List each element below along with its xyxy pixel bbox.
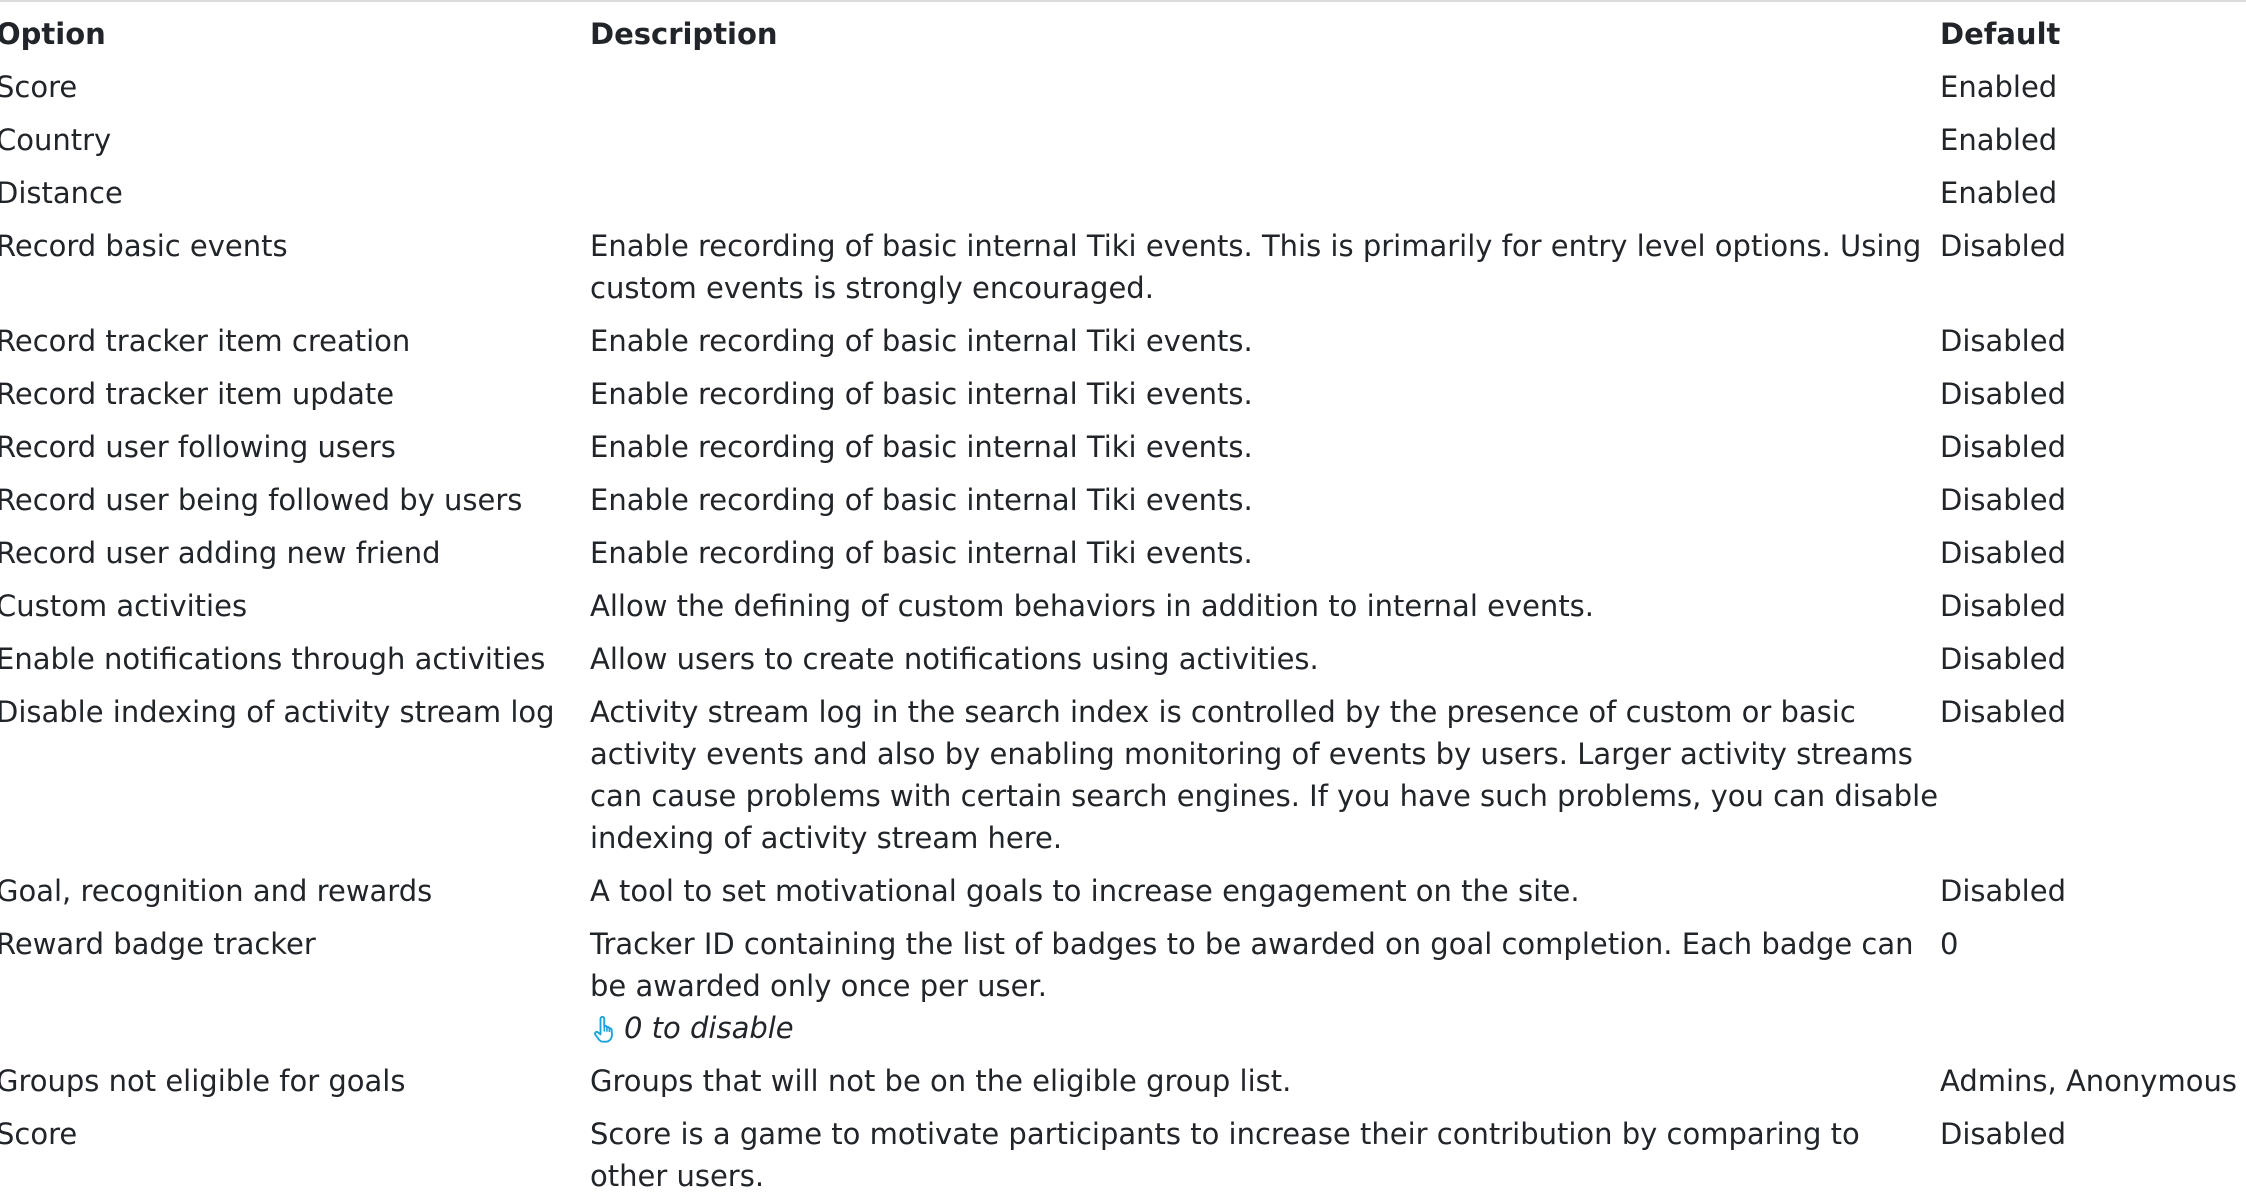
option-description-cell: Tracker ID containing the list of badges…: [590, 923, 1940, 1049]
option-name: Score: [0, 1117, 78, 1151]
table-row: Groups not eligible for goals Groups tha…: [0, 1055, 2246, 1108]
option-name: Record tracker item update: [0, 377, 395, 411]
option-name: Distance: [0, 176, 123, 210]
option-default: Disabled: [1940, 324, 2066, 358]
table-row: Record tracker item update Enable record…: [0, 368, 2246, 421]
option-description: Enable recording of basic internal Tiki …: [590, 229, 1922, 305]
table-row: Country Enabled: [0, 114, 2246, 167]
option-name: Reward badge tracker: [0, 927, 316, 961]
option-default: Disabled: [1940, 1117, 2066, 1151]
option-description: A tool to set motivational goals to incr…: [590, 874, 1580, 908]
table-row: Disable indexing of activity stream log …: [0, 686, 2246, 865]
option-default: Disabled: [1940, 536, 2066, 570]
header-description: Description: [590, 17, 778, 51]
table-row: Record basic events Enable recording of …: [0, 220, 2246, 315]
option-name: Record user adding new friend: [0, 536, 441, 570]
option-default: Disabled: [1940, 229, 2066, 263]
option-default: Disabled: [1940, 642, 2066, 676]
option-name: Goal, recognition and rewards: [0, 874, 433, 908]
preferences-table: Option Description Default Score Enabled…: [0, 8, 2246, 1203]
table-row: Record user following users Enable recor…: [0, 421, 2246, 474]
option-name: Country: [0, 123, 112, 157]
table-row: Reward badge tracker Tracker ID containi…: [0, 918, 2246, 1055]
option-default: Enabled: [1940, 123, 2058, 157]
option-default: Disabled: [1940, 430, 2066, 464]
table-row: Score Enabled: [0, 61, 2246, 114]
option-default: Disabled: [1940, 695, 2066, 729]
table-row: Record user adding new friend Enable rec…: [0, 527, 2246, 580]
option-description: Enable recording of basic internal Tiki …: [590, 483, 1253, 517]
table-row: Distance Enabled: [0, 167, 2246, 220]
option-description: Tracker ID containing the list of badges…: [590, 927, 1914, 1003]
top-divider: [0, 0, 2246, 2]
table-row: Record tracker item creation Enable reco…: [0, 315, 2246, 368]
table-row: Score Score is a game to motivate partic…: [0, 1108, 2246, 1203]
header-default: Default: [1940, 17, 2061, 51]
option-default: Enabled: [1940, 176, 2058, 210]
option-description: Activity stream log in the search index …: [590, 695, 1939, 855]
option-default: 0: [1940, 927, 1959, 961]
option-name: Record user being followed by users: [0, 483, 523, 517]
option-name: Custom activities: [0, 589, 248, 623]
option-description: Allow users to create notifications usin…: [590, 642, 1319, 676]
option-name: Record user following users: [0, 430, 396, 464]
pointing-hand-icon: [594, 1015, 613, 1043]
option-description: Enable recording of basic internal Tiki …: [590, 377, 1253, 411]
table-header-row: Option Description Default: [0, 8, 2246, 61]
option-description: Enable recording of basic internal Tiki …: [590, 430, 1253, 464]
option-default: Disabled: [1940, 377, 2066, 411]
option-name: Record basic events: [0, 229, 288, 263]
table-row: Record user being followed by users Enab…: [0, 474, 2246, 527]
option-default: Disabled: [1940, 874, 2066, 908]
option-name: Record tracker item creation: [0, 324, 411, 358]
table-row: Enable notifications through activities …: [0, 633, 2246, 686]
option-name: Disable indexing of activity stream log: [0, 695, 555, 729]
option-hint: 0 to disable: [590, 1007, 1940, 1049]
table-row: Custom activities Allow the defining of …: [0, 580, 2246, 633]
option-default: Disabled: [1940, 483, 2066, 517]
option-default: Enabled: [1940, 70, 2058, 104]
table-row: Goal, recognition and rewards A tool to …: [0, 865, 2246, 918]
option-name: Score: [0, 70, 78, 104]
option-hint-text: 0 to disable: [624, 1011, 794, 1045]
option-description: Groups that will not be on the eligible …: [590, 1064, 1292, 1098]
option-description: Enable recording of basic internal Tiki …: [590, 536, 1253, 570]
option-default: Disabled: [1940, 589, 2066, 623]
header-option: Option: [0, 17, 106, 51]
option-default: Admins, Anonymous: [1940, 1064, 2237, 1098]
option-name: Groups not eligible for goals: [0, 1064, 406, 1098]
option-description: Enable recording of basic internal Tiki …: [590, 324, 1253, 358]
option-name: Enable notifications through activities: [0, 642, 546, 676]
option-description: Score is a game to motivate participants…: [590, 1117, 1860, 1193]
option-description: Allow the defining of custom behaviors i…: [590, 589, 1595, 623]
